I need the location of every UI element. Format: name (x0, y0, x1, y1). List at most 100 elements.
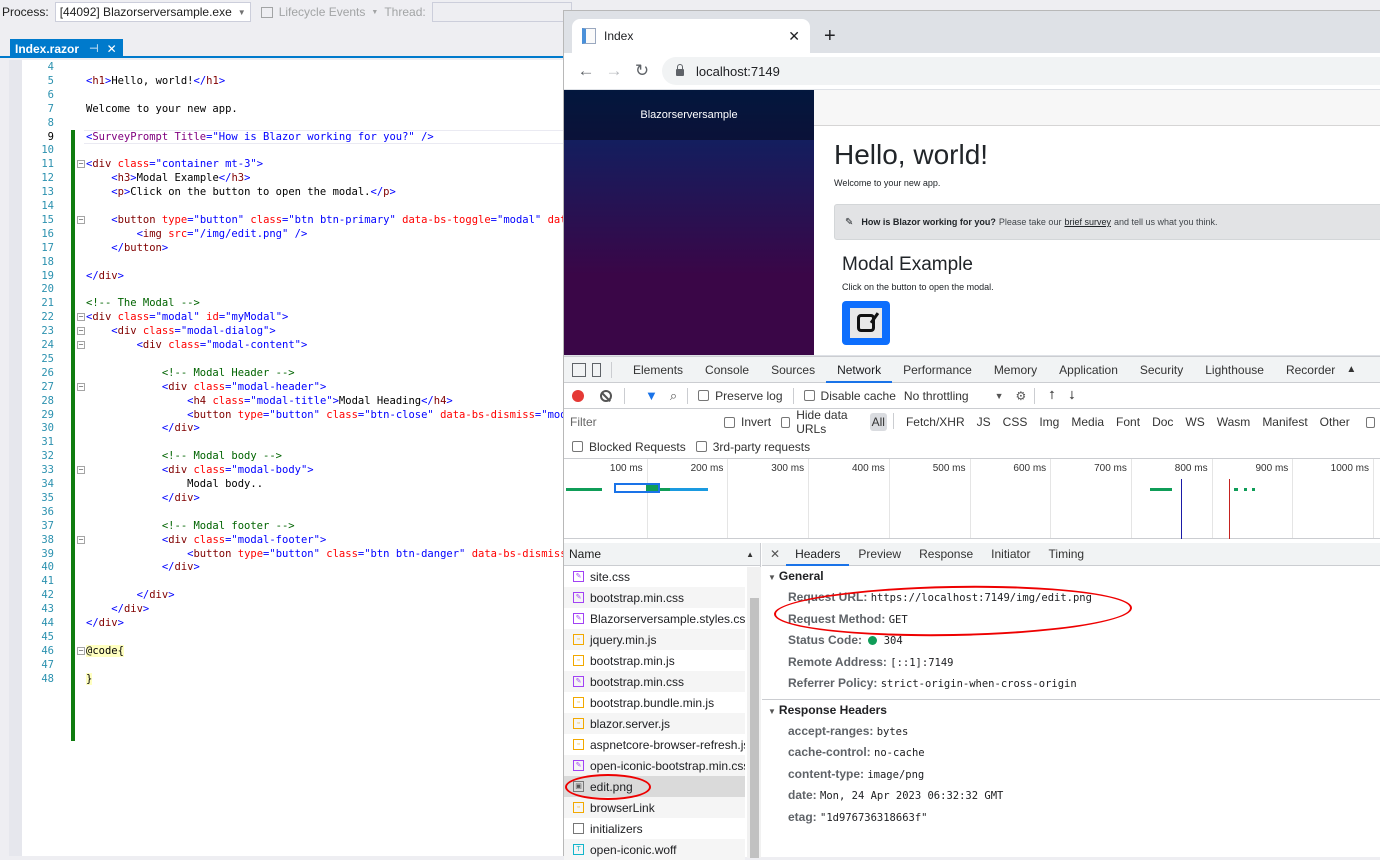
third-party-checkbox[interactable]: 3rd-party requests (695, 440, 810, 454)
timeline-selection[interactable] (614, 483, 660, 493)
hide-data-urls-checkbox[interactable]: Hide data URLs (781, 408, 864, 436)
blocked-requests-checkbox[interactable]: Blocked Requests (572, 440, 686, 454)
disable-cache-checkbox[interactable]: Disable cache (803, 389, 896, 403)
type-filter-manifest[interactable]: Manifest (1260, 413, 1309, 431)
request-row[interactable]: ▫ browserLink (564, 797, 745, 818)
tab-lighthouse[interactable]: Lighthouse (1194, 357, 1275, 383)
lifecycle-events-button[interactable]: Lifecycle Events ▼ Thread: (260, 5, 426, 19)
export-har-icon[interactable]: ⭣ (1069, 388, 1075, 403)
request-row[interactable]: ▫ bootstrap.min.js (564, 650, 745, 671)
collapse-icon[interactable]: − (77, 382, 85, 391)
process-dropdown[interactable]: [44092] Blazorserversample.exe ▼ (54, 2, 251, 22)
navbar-brand[interactable]: Blazorserversample (564, 90, 814, 140)
type-filter-img[interactable]: Img (1037, 413, 1061, 431)
throttling-select[interactable]: No throttling (904, 389, 969, 403)
request-row[interactable]: ✎ Blazorserversample.styles.css (564, 608, 745, 629)
checkbox[interactable] (572, 441, 583, 452)
close-icon[interactable]: ✕ (770, 547, 780, 561)
response-headers-toggle[interactable]: ▼ Response Headers (762, 700, 1380, 721)
checkbox[interactable] (695, 441, 707, 452)
tab-security[interactable]: Security (1129, 357, 1194, 383)
chevron-down-icon[interactable]: ▼ (995, 391, 1004, 401)
forward-icon[interactable]: → (600, 61, 628, 81)
checkbox[interactable] (803, 390, 815, 401)
new-tab-button[interactable]: + (824, 25, 836, 48)
network-overview-timeline[interactable]: 100 ms 200 ms 300 ms 400 ms 500 ms 600 ms 700 … (564, 459, 1380, 539)
collapse-icon[interactable]: − (77, 215, 85, 224)
request-row[interactable]: ▣ edit.png (564, 776, 745, 797)
search-icon[interactable]: ⌕ (670, 388, 677, 404)
invert-checkbox[interactable]: Invert (724, 415, 771, 429)
type-filter-wasm[interactable]: Wasm (1215, 413, 1253, 431)
collapse-icon[interactable]: − (77, 327, 85, 336)
thread-dropdown[interactable] (431, 2, 572, 22)
record-icon[interactable] (572, 389, 584, 402)
collapse-icon[interactable]: − (77, 646, 85, 655)
tab-network[interactable]: Network (826, 357, 893, 383)
brief-survey-link[interactable]: brief survey (1064, 217, 1111, 227)
filter-icon[interactable]: ▼ (645, 388, 658, 403)
request-row[interactable]: Topen-iconic.woff (564, 839, 745, 860)
collapse-icon[interactable]: − (77, 535, 85, 544)
browser-tab[interactable]: Index ✕ (572, 19, 810, 53)
tab-console[interactable]: Console (694, 357, 760, 383)
tab-application[interactable]: Application (1048, 357, 1129, 383)
type-filter-font[interactable]: Font (1114, 413, 1142, 431)
pin-icon[interactable]: ⊣ (89, 42, 99, 55)
type-filter-css[interactable]: CSS (1001, 413, 1030, 431)
type-filter-fetchxhr[interactable]: Fetch/XHR (904, 413, 967, 431)
checkbox[interactable] (781, 416, 791, 428)
type-filter-ws[interactable]: WS (1183, 413, 1206, 431)
preserve-log-checkbox[interactable]: Preserve log (698, 389, 783, 403)
checkbox[interactable] (698, 390, 710, 401)
checkbox[interactable] (1365, 416, 1375, 428)
doc-tab-index-razor[interactable]: Index.razor ⊣ ✕ (10, 39, 123, 58)
back-icon[interactable]: ← (572, 61, 600, 81)
filter-input[interactable]: Filter (568, 412, 657, 432)
inspect-element-icon[interactable] (572, 362, 586, 377)
request-row[interactable]: ▫ bootstrap.bundle.min.js (564, 692, 745, 713)
detail-tab-preview[interactable]: Preview (849, 543, 910, 566)
type-filter-all[interactable]: All (869, 413, 887, 431)
clear-icon[interactable] (600, 389, 612, 402)
device-toolbar-icon[interactable] (592, 362, 601, 377)
request-row[interactable]: ▫ aspnetcore-browser-refresh.js (564, 734, 745, 755)
type-filter-js[interactable]: JS (975, 413, 993, 431)
checkbox[interactable] (724, 416, 736, 428)
type-filter-doc[interactable]: Doc (1150, 413, 1175, 431)
tab-performance[interactable]: Performance (892, 357, 983, 383)
code-editor[interactable]: 4 5 <h1>Hello, world!</h1> 6 7 Welcome to you… (9, 60, 579, 856)
collapse-icon[interactable]: − (77, 341, 85, 349)
request-row[interactable]: initializers (564, 818, 745, 839)
request-row[interactable]: ✎ bootstrap.min.css (564, 587, 745, 608)
detail-tab-headers[interactable]: Headers (786, 543, 850, 566)
name-column-header[interactable]: Name ▲ (564, 543, 760, 566)
request-row[interactable]: ▫ blazor.server.js (564, 713, 745, 734)
tab-memory[interactable]: Memory (983, 357, 1048, 383)
type-filter-media[interactable]: Media (1069, 413, 1106, 431)
collapse-icon[interactable]: − (77, 313, 85, 322)
tab-sources[interactable]: Sources (760, 357, 826, 383)
tab-elements[interactable]: Elements (622, 357, 694, 383)
collapse-icon[interactable]: − (77, 160, 85, 169)
open-modal-button[interactable] (842, 301, 890, 345)
close-icon[interactable]: ✕ (107, 42, 117, 56)
lock-icon[interactable] (676, 64, 684, 76)
network-conditions-icon[interactable]: ⚙ (1016, 389, 1027, 403)
address-bar[interactable]: localhost:7149 (662, 57, 1380, 85)
collapse-icon[interactable]: − (77, 466, 85, 475)
request-row[interactable]: ▫ jquery.min.js (564, 629, 745, 650)
request-row[interactable]: ✎ site.css (564, 566, 745, 587)
reload-icon[interactable]: ↻ (628, 61, 656, 81)
request-row[interactable]: ✎ bootstrap.min.css (564, 671, 745, 692)
type-filter-other[interactable]: Other (1318, 413, 1352, 431)
import-har-icon[interactable]: ⭡ (1049, 388, 1055, 403)
general-section-toggle[interactable]: ▼ General (762, 566, 1380, 587)
tab-recorder[interactable]: Recorder (1275, 357, 1346, 383)
detail-tab-initiator[interactable]: Initiator (982, 543, 1039, 566)
close-tab-icon[interactable]: ✕ (788, 28, 800, 45)
scrollbar-thumb[interactable] (750, 598, 759, 858)
request-row[interactable]: ✎ open-iconic-bootstrap.min.css (564, 755, 745, 776)
detail-tab-response[interactable]: Response (910, 543, 982, 566)
detail-tab-timing[interactable]: Timing (1040, 543, 1094, 566)
